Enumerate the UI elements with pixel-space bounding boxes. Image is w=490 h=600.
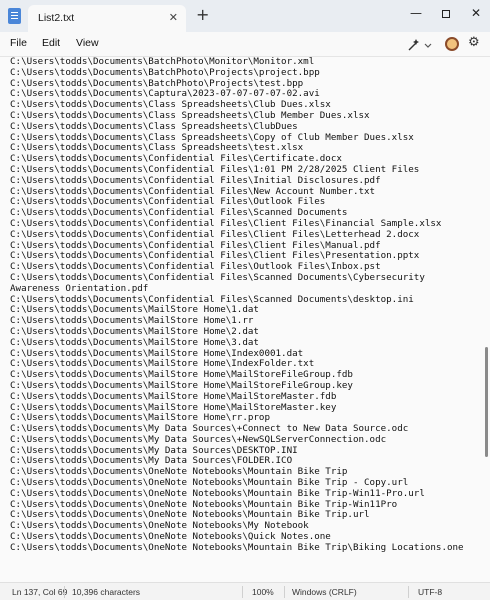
status-divider	[64, 586, 65, 598]
new-tab-button[interactable]: +	[196, 7, 209, 23]
tab-close-icon[interactable]: ✕	[169, 11, 178, 24]
tab-list2[interactable]: List2.txt ✕	[28, 5, 186, 32]
text-line[interactable]: C:\Users\todds\Documents\Confidential Fi…	[10, 175, 478, 187]
editor-content[interactable]: C:\Users\todds\Documents\BatchPhoto\Moni…	[10, 57, 478, 554]
status-divider	[284, 586, 285, 598]
tab-title: List2.txt	[38, 12, 75, 24]
maximize-icon	[442, 9, 450, 18]
text-line[interactable]: C:\Users\todds\Documents\Confidential Fi…	[10, 272, 478, 295]
menu-file[interactable]: File	[10, 37, 27, 49]
avatar-icon[interactable]	[445, 37, 459, 51]
text-line[interactable]: C:\Users\todds\Documents\MailStore Home\…	[10, 391, 478, 403]
close-button[interactable]: ✕	[462, 3, 490, 23]
minimize-button[interactable]: —	[402, 3, 430, 23]
text-line[interactable]: C:\Users\todds\Documents\Class Spreadshe…	[10, 121, 478, 133]
gear-icon[interactable]: ⚙	[468, 35, 480, 50]
scrollbar-thumb[interactable]	[485, 347, 488, 457]
menu-bar: File Edit View ⚙	[0, 32, 490, 57]
status-divider	[242, 586, 243, 598]
notepad-icon	[8, 8, 21, 24]
status-divider	[408, 586, 409, 598]
copilot-icon	[408, 39, 432, 51]
maximize-button[interactable]	[432, 3, 460, 23]
text-line[interactable]: C:\Users\todds\Documents\Confidential Fi…	[10, 229, 478, 241]
text-line[interactable]: C:\Users\todds\Documents\OneNote Noteboo…	[10, 542, 478, 554]
text-line[interactable]: C:\Users\todds\Documents\MailStore Home\…	[10, 337, 478, 349]
vertical-scrollbar[interactable]	[484, 57, 490, 582]
copilot-button[interactable]	[406, 37, 434, 53]
encoding: UTF-8	[418, 587, 443, 597]
menu-edit[interactable]: Edit	[42, 37, 60, 49]
line-endings: Windows (CRLF)	[292, 587, 357, 597]
menu-view[interactable]: View	[76, 37, 99, 49]
zoom-level: 100%	[252, 587, 274, 597]
character-count: 10,396 characters	[72, 587, 141, 597]
text-line[interactable]: C:\Users\todds\Documents\BatchPhoto\Proj…	[10, 67, 478, 79]
status-bar: Ln 137, Col 69 10,396 characters 100% Wi…	[0, 582, 490, 600]
title-bar: List2.txt ✕ + — ✕	[0, 0, 490, 32]
cursor-position: Ln 137, Col 69	[12, 587, 68, 597]
text-editor[interactable]: C:\Users\todds\Documents\BatchPhoto\Moni…	[0, 57, 490, 582]
